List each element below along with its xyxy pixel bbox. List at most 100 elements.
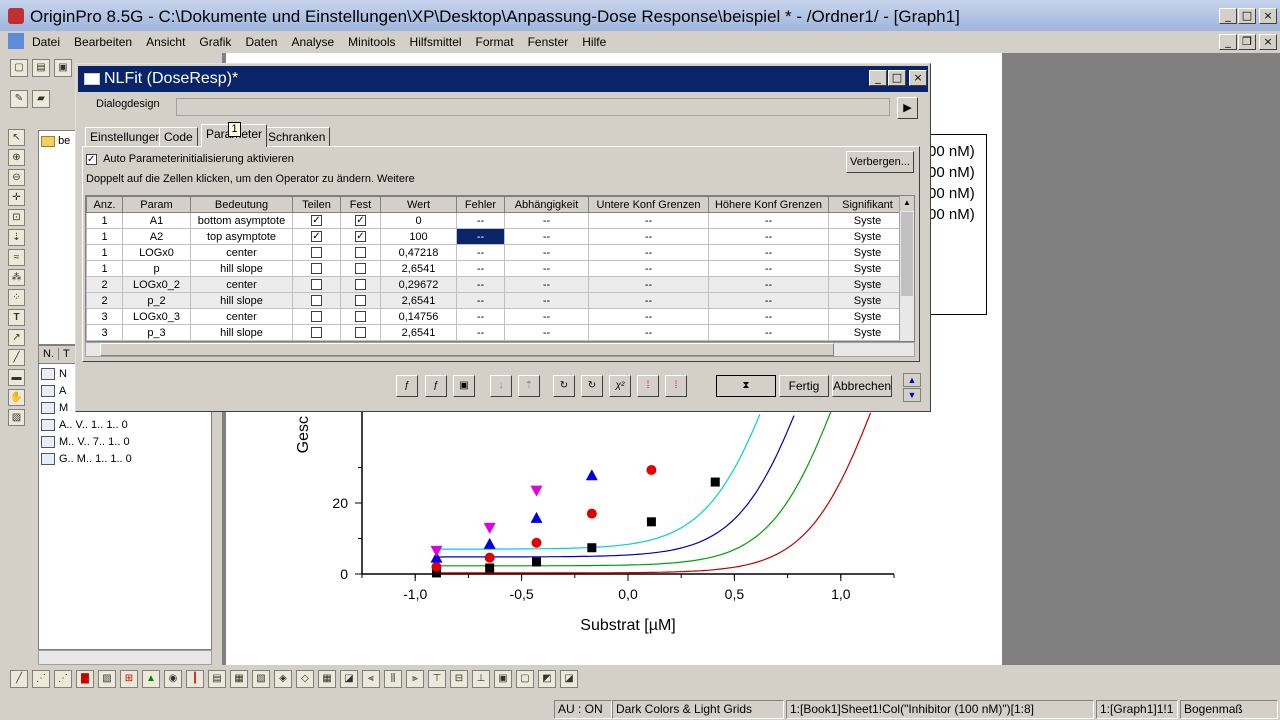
cell-hi[interactable]: -- <box>708 324 829 341</box>
cell-hi[interactable]: -- <box>708 212 829 229</box>
fixed-checkbox[interactable]: ✓ <box>340 228 381 245</box>
cell-value[interactable]: 100 <box>380 228 457 245</box>
fit-function-icon[interactable]: ƒ <box>396 375 418 397</box>
hourglass-icon[interactable]: ⧗ <box>716 375 776 397</box>
cell-hi[interactable]: -- <box>708 292 829 309</box>
cell-meaning[interactable]: hill slope <box>190 324 293 341</box>
column-header[interactable]: Anz. <box>86 196 123 213</box>
cell-err[interactable]: -- <box>456 260 505 277</box>
checkbox[interactable] <box>355 263 366 275</box>
cell-value[interactable]: 0,29672 <box>380 276 457 293</box>
table-row[interactable]: 2 p_2 hill slope 2,6541 -- -- -- -- Syste <box>86 292 907 309</box>
column-header[interactable]: Untere Konf Grenzen <box>588 196 709 213</box>
cell-param[interactable]: LOGx0 <box>122 244 191 261</box>
wire-icon[interactable]: ◇ <box>296 670 314 688</box>
table-row[interactable]: 3 p_3 hill slope 2,6541 -- -- -- -- Syste <box>86 324 907 341</box>
align-center-icon[interactable]: ⫼ <box>384 670 402 688</box>
matrix-icon[interactable]: ▦ <box>318 670 336 688</box>
cell-lo[interactable]: -- <box>588 212 709 229</box>
hand-icon[interactable]: ✋ <box>8 389 25 406</box>
mask-points-icon[interactable]: ⁂ <box>8 269 25 286</box>
project-list-item[interactable]: G.. M.. 1.. 1.. 0 <box>41 451 211 468</box>
draw-data-icon[interactable]: ≈ <box>8 249 25 266</box>
param-init-icon[interactable]: ↓ <box>490 375 512 397</box>
fixed-checkbox[interactable] <box>340 324 381 341</box>
zoom-in-icon[interactable]: ⊕ <box>8 149 25 166</box>
cancel-button[interactable]: Abbrechen <box>832 375 892 397</box>
area-plot-icon[interactable]: ▲ <box>142 670 160 688</box>
back-icon[interactable]: ◪ <box>560 670 578 688</box>
fit-all-icon[interactable]: ⁞ <box>665 375 687 397</box>
checkbox[interactable] <box>311 311 322 323</box>
group-icon[interactable]: ▣ <box>494 670 512 688</box>
share-checkbox[interactable] <box>292 308 341 325</box>
stock-icon[interactable]: ┃ <box>186 670 204 688</box>
folder-icon[interactable]: ▰ <box>32 90 50 108</box>
doc-minimize-button[interactable]: _ <box>1219 34 1237 50</box>
align-bottom-icon[interactable]: ⊥ <box>472 670 490 688</box>
cell-sig[interactable]: Syste <box>828 308 907 325</box>
cell-err[interactable]: -- <box>456 276 505 293</box>
app-close-button[interactable]: × <box>1259 8 1277 24</box>
dialog-maximize-button[interactable]: □ <box>888 70 906 86</box>
cell-n[interactable]: 3 <box>86 324 123 341</box>
checkbox[interactable] <box>355 295 366 307</box>
cell-dep[interactable]: -- <box>504 228 589 245</box>
line-plot-icon[interactable]: ╱ <box>10 670 28 688</box>
menu-item-grafik[interactable]: Grafik <box>192 35 238 49</box>
rectangle-tool-icon[interactable]: ▬ <box>8 369 25 386</box>
column-header[interactable]: Bedeutung <box>190 196 293 213</box>
checkbox[interactable] <box>355 247 366 259</box>
cell-err[interactable]: -- <box>456 244 505 261</box>
cell-hi[interactable]: -- <box>708 260 829 277</box>
checkbox[interactable]: ✓ <box>355 231 366 243</box>
dialog-close-button[interactable]: × <box>909 70 927 86</box>
cell-value[interactable]: 0,47218 <box>380 244 457 261</box>
template-icon[interactable]: ▤ <box>208 670 226 688</box>
scatter-plot-icon[interactable]: ⋰ <box>32 670 50 688</box>
crosshair-icon[interactable]: ✛ <box>8 189 25 206</box>
table-vertical-scrollbar[interactable]: ▲ <box>899 196 914 341</box>
project-list-item[interactable]: M.. V.. 7.. 1.. 0 <box>41 434 211 451</box>
fixed-checkbox[interactable] <box>340 244 381 261</box>
tab-schranken[interactable]: Schranken <box>263 127 331 147</box>
3d-surface-icon[interactable]: ▦ <box>230 670 248 688</box>
cell-value[interactable]: 2,6541 <box>380 324 457 341</box>
table-row[interactable]: 3 LOGx0_3 center 0,14756 -- -- -- -- Syste <box>86 308 907 325</box>
menu-doc-icon[interactable] <box>8 33 24 49</box>
menu-item-fenster[interactable]: Fenster <box>521 35 576 49</box>
column-header[interactable]: Fehler <box>456 196 505 213</box>
cell-sig[interactable]: Syste <box>828 260 907 277</box>
column-header[interactable]: Signifikant <box>828 196 907 213</box>
checkbox[interactable] <box>355 279 366 291</box>
cell-meaning[interactable]: center <box>190 276 293 293</box>
cell-param[interactable]: p_2 <box>122 292 191 309</box>
data-reader-icon[interactable]: ⇣ <box>8 229 25 246</box>
tab-code[interactable]: Code <box>159 127 198 147</box>
cell-n[interactable]: 1 <box>86 244 123 261</box>
cell-dep[interactable]: -- <box>504 324 589 341</box>
align-middle-icon[interactable]: ⊟ <box>450 670 468 688</box>
dose-response-chart[interactable]: -1,0 -0,5 0,0 0,5 1,0 0 20 Substrat [µM] Gesc <box>226 412 1002 665</box>
cell-sig[interactable]: Syste <box>828 276 907 293</box>
table-row[interactable]: 1 LOGx0 center 0,47218 -- -- -- -- Syste <box>86 244 907 261</box>
cell-dep[interactable]: -- <box>504 276 589 293</box>
cell-lo[interactable]: -- <box>588 260 709 277</box>
param-reset-icon[interactable]: ⇡ <box>518 375 540 397</box>
cell-param[interactable]: p_3 <box>122 324 191 341</box>
table-row[interactable]: 2 LOGx0_2 center 0,29672 -- -- -- -- Syste <box>86 276 907 293</box>
polar-icon[interactable]: ◉ <box>164 670 182 688</box>
cell-lo[interactable]: -- <box>588 244 709 261</box>
column-header[interactable]: Teilen <box>292 196 341 213</box>
cell-lo[interactable]: -- <box>588 324 709 341</box>
menu-item-ansicht[interactable]: Ansicht <box>139 35 192 49</box>
fixed-checkbox[interactable] <box>340 260 381 277</box>
cell-lo[interactable]: -- <box>588 228 709 245</box>
share-checkbox[interactable] <box>292 276 341 293</box>
share-checkbox[interactable]: ✓ <box>292 212 341 229</box>
checkbox[interactable] <box>311 295 322 307</box>
cell-hi[interactable]: -- <box>708 308 829 325</box>
graph-tool-icon[interactable]: ▨ <box>8 409 25 426</box>
fixed-checkbox[interactable] <box>340 276 381 293</box>
cell-value[interactable]: 2,6541 <box>380 260 457 277</box>
